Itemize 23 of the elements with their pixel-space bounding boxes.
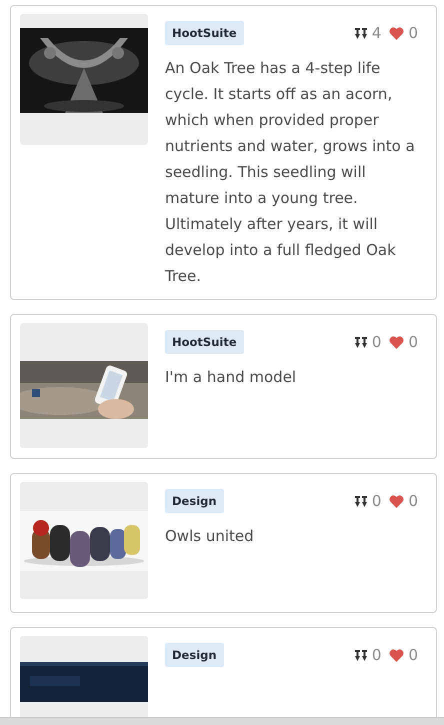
pin-icon: [354, 648, 368, 662]
category-tag[interactable]: HootSuite: [165, 21, 244, 45]
heart-icon: [389, 494, 404, 508]
post-text: Owls united: [165, 526, 255, 547]
pin-count: 0: [372, 333, 382, 351]
category-tag[interactable]: HootSuite: [165, 330, 244, 354]
heart-icon: [389, 336, 404, 348]
heart-icon: [389, 648, 404, 662]
pin-count: 0: [372, 492, 382, 510]
like-count: 0: [408, 646, 418, 664]
post-text: An Oak Tree has a 4-step life cycle. It starts off as an acorn, which when provided proper nutrients and water, grows into a seedling. This seedling will mature into a young tree. Ultimately after years, it will develop into a full fledged Oak Tree.: [165, 58, 416, 287]
pin-icon: [354, 336, 368, 348]
pin-icon: [354, 26, 368, 40]
like-count: 0: [408, 492, 418, 510]
post-text: I'm a hand model: [165, 367, 298, 388]
category-tag[interactable]: Design: [165, 489, 224, 513]
category-tag[interactable]: Design: [165, 643, 224, 667]
heart-icon: [389, 26, 404, 40]
pin-icon: [354, 494, 368, 508]
like-count: 0: [408, 333, 418, 351]
like-count: 0: [408, 24, 418, 42]
pin-count: 4: [372, 24, 382, 42]
pin-count: 0: [372, 646, 382, 664]
